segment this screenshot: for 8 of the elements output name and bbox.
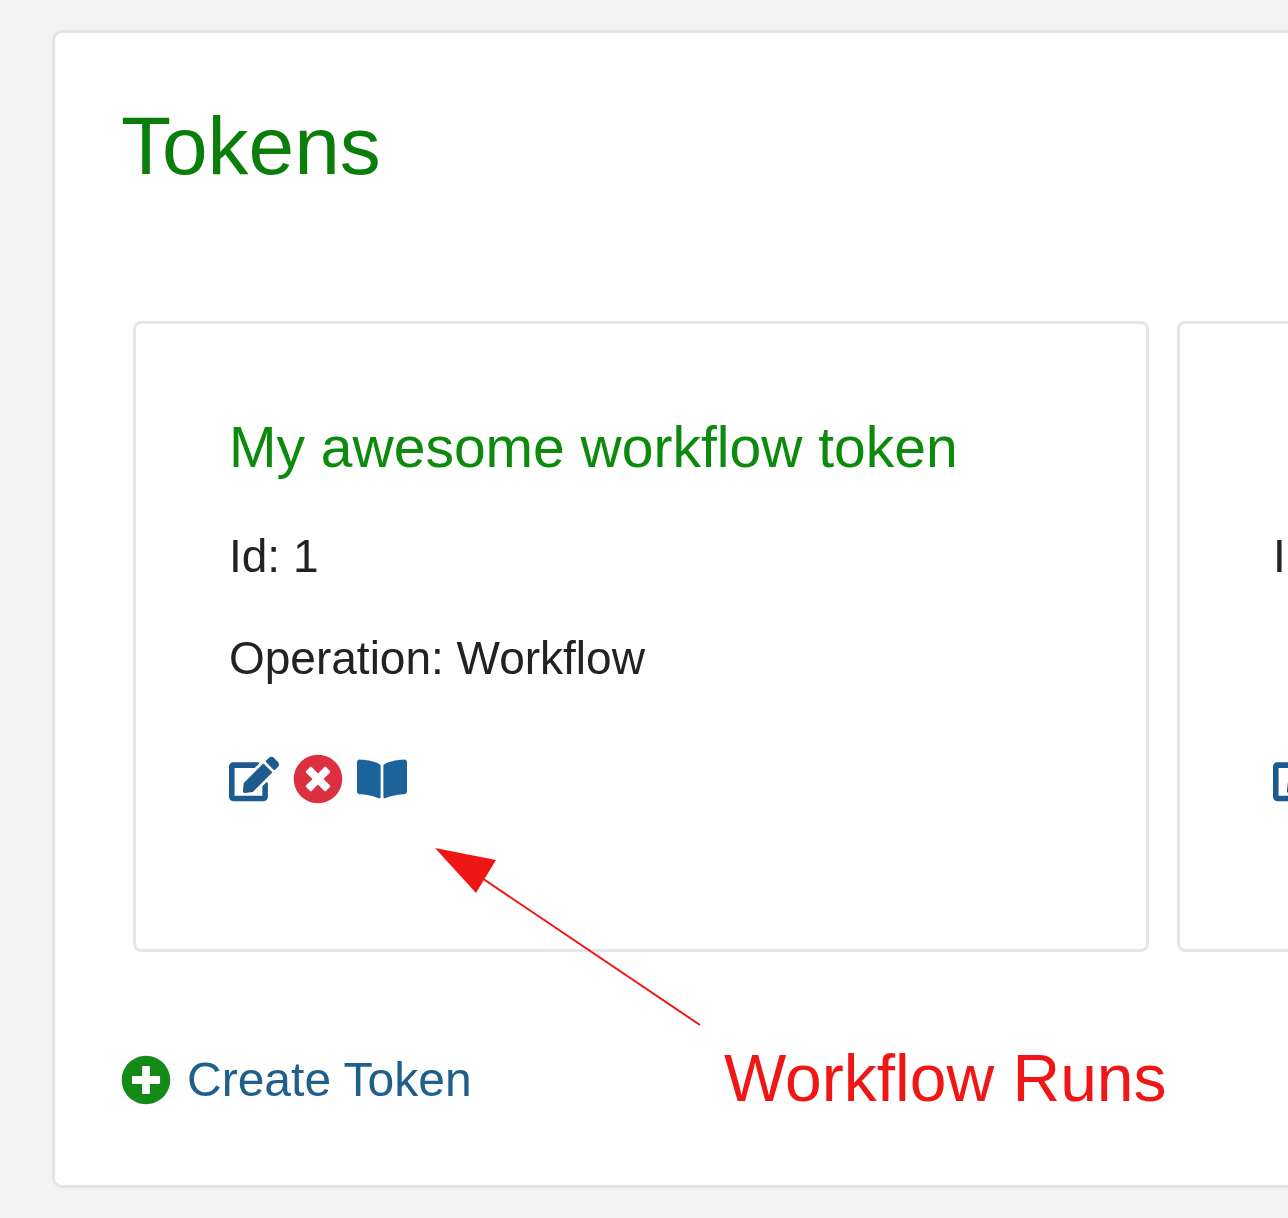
token-id: Id: 1 [229, 530, 320, 582]
token-id: I [1273, 530, 1287, 582]
page-title: Tokens [121, 105, 382, 187]
close-icon[interactable] [293, 753, 343, 804]
token-operation: Operation: Workflow [229, 633, 646, 684]
annotation-label: Workflow Runs [724, 1040, 1167, 1116]
create-token-link[interactable]: Create Token [121, 1052, 472, 1107]
token-title: My awesome workflow token [229, 416, 959, 479]
